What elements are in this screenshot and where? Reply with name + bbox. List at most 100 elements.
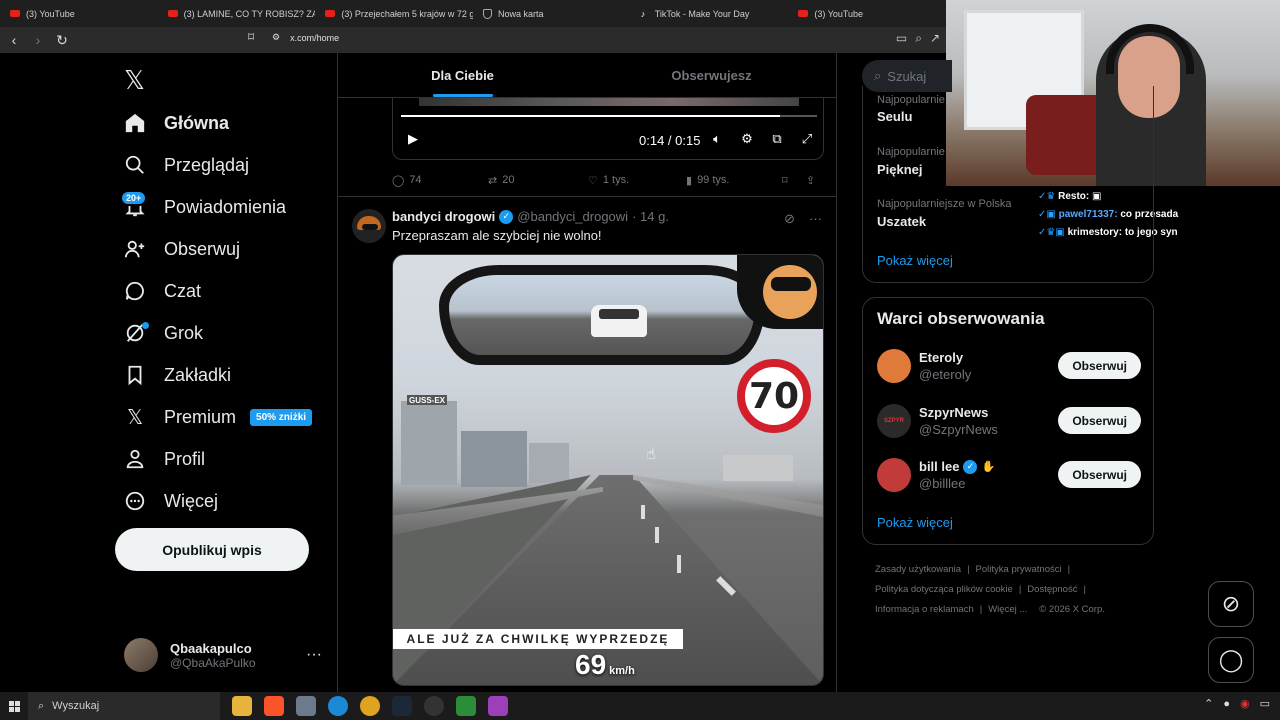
browser-tab[interactable]: Nowa karta <box>473 0 631 27</box>
grok-icon[interactable]: ⊘ <box>784 211 795 227</box>
site-info-icon[interactable]: ⚙ <box>272 32 280 43</box>
timeline-tabs: Dla Ciebie Obserwujesz <box>338 53 836 98</box>
tweet-text: Przepraszam ale szybciej nie wolno! <box>392 228 602 243</box>
follow-button[interactable]: Obserwuj <box>1058 352 1141 379</box>
app-icon[interactable] <box>456 696 476 716</box>
sidebar-item-grok[interactable]: Grok <box>124 312 312 354</box>
fullscreen-icon[interactable]: ⤢ <box>799 131 815 147</box>
bookmark-button[interactable]: ⌑ <box>782 174 788 187</box>
windows-start-button[interactable] <box>0 692 28 720</box>
tab-following[interactable]: Obserwujesz <box>587 53 836 97</box>
edge-icon[interactable] <box>328 696 348 716</box>
url-text: x.com/home <box>290 32 340 43</box>
trend-title: Pięknej <box>877 162 923 177</box>
ellipsis-icon[interactable]: ··· <box>306 646 322 664</box>
chrome-icon[interactable] <box>360 696 380 716</box>
app-icon[interactable] <box>296 696 316 716</box>
share-button[interactable]: ⇪ <box>806 174 815 187</box>
suggestion-handle: @eteroly <box>919 367 972 382</box>
footer-link[interactable]: Dostępność <box>1027 584 1077 595</box>
settings-icon[interactable]: ⚙ <box>739 131 755 147</box>
back-icon[interactable]: ‹ <box>4 30 24 50</box>
sidebar-item-bookmarks[interactable]: Zakładki <box>124 354 312 396</box>
browser-tab[interactable]: (3) Przejechałem 5 krajów w 72 god <box>315 0 473 27</box>
browser-tab[interactable]: (3) YouTube <box>0 0 158 27</box>
avatar[interactable] <box>877 349 911 383</box>
tweet-video[interactable]: GUSS-EX 70 ALE JUŻ ZA CHWILKĘ WYPRZEDZĘ … <box>392 254 824 686</box>
trend-item[interactable]: Najpopularnie Pięknej <box>877 146 945 177</box>
reload-icon[interactable]: ↻ <box>52 30 72 50</box>
show-more-link[interactable]: Pokaż więcej <box>877 253 953 268</box>
sidebar-item-notifications[interactable]: 20+ Powiadomienia <box>120 186 312 228</box>
cast-icon[interactable]: ▭ <box>896 31 907 46</box>
taskbar-search[interactable]: ⌕ Wyszukaj <box>28 692 220 720</box>
views-button[interactable]: ▮ 99 tys. <box>686 174 729 187</box>
author-handle[interactable]: @bandyci_drogowi <box>517 209 628 224</box>
x-logo[interactable]: 𝕏 <box>124 66 145 96</box>
pip-icon[interactable]: ⧉ <box>769 131 785 147</box>
footer-link[interactable]: Polityka dotycząca plików cookie <box>875 584 1013 595</box>
share-icon[interactable]: ↗ <box>930 31 940 46</box>
footer-link[interactable]: Zasady użytkowania <box>875 564 961 575</box>
follow-suggestion[interactable]: SZPYR SzpyrNews @SzpyrNews Obserwuj <box>877 401 1141 441</box>
tiktok-icon: ♪ <box>640 8 646 19</box>
tray-app-icon[interactable]: ▭ <box>1260 697 1270 710</box>
sidebar-item-chat[interactable]: Czat <box>124 270 312 312</box>
messages-fab-button[interactable]: ◯ <box>1208 637 1254 683</box>
app-icon[interactable] <box>488 696 508 716</box>
avatar[interactable]: SZPYR <box>877 404 911 438</box>
browser-tab[interactable]: (3) LAMINE, CO TY ROBISZ? ZABAW <box>158 0 315 27</box>
forward-icon[interactable]: › <box>28 30 48 50</box>
sidebar-item-profile[interactable]: Profil <box>124 438 312 480</box>
notification-count-badge: 20+ <box>120 190 148 206</box>
footer-link[interactable]: Polityka prywatności <box>976 564 1062 575</box>
follow-suggestion[interactable]: Eteroly @eteroly Obserwuj <box>877 346 1141 386</box>
obs-icon[interactable] <box>424 696 444 716</box>
video-progress-bar[interactable] <box>401 115 817 117</box>
brave-icon[interactable] <box>264 696 284 716</box>
account-switcher[interactable]: Qbaakapulco @QbaAkaPulko ··· <box>124 638 322 672</box>
ellipsis-icon[interactable]: ··· <box>809 211 822 227</box>
sidebar-item-follow[interactable]: Obserwuj <box>124 228 312 270</box>
browser-tab[interactable]: (3) YouTube <box>788 0 946 27</box>
post-button[interactable]: Opublikuj wpis <box>115 528 309 571</box>
trend-item[interactable]: Najpopularniejsze w Polska Uszatek <box>877 198 1012 229</box>
chevron-up-icon[interactable]: ⌃ <box>1204 697 1213 710</box>
author-name[interactable]: bandyci drogowi <box>392 209 495 224</box>
sidebar-item-home[interactable]: Główna <box>124 102 312 144</box>
more-icon <box>124 490 146 512</box>
reply-button[interactable]: ◯ 74 <box>392 174 422 187</box>
tab-label: TikTok - Make Your Day <box>654 8 750 19</box>
follow-button[interactable]: Obserwuj <box>1058 461 1141 488</box>
sidebar-item-explore[interactable]: Przeglądaj <box>124 144 312 186</box>
follow-button[interactable]: Obserwuj <box>1058 407 1141 434</box>
play-icon[interactable]: ▶ <box>405 131 421 147</box>
reply-count: 74 <box>409 174 422 186</box>
footer-links: Zasady użytkowania | Polityka prywatności |… <box>875 564 1105 615</box>
grok-fab-button[interactable]: ⊘ <box>1208 581 1254 627</box>
browser-tab[interactable]: ♪ TikTok - Make Your Day <box>631 0 789 27</box>
avatar[interactable] <box>877 458 911 492</box>
steam-icon[interactable] <box>392 696 412 716</box>
like-button[interactable]: ♡ 1 tys. <box>588 174 629 187</box>
footer-link[interactable]: Informacja o reklamach <box>875 604 974 615</box>
tray-app-icon[interactable]: ◉ <box>1240 697 1250 710</box>
footer-link[interactable]: Więcej ... <box>988 604 1027 615</box>
bookmark-page-icon[interactable]: ⌑ <box>248 30 254 44</box>
avatar[interactable] <box>352 209 386 243</box>
sidebar-item-premium[interactable]: 𝕏 Premium 50% zniżki <box>124 396 313 438</box>
volume-icon[interactable]: 🔈︎ <box>709 131 725 147</box>
trend-item[interactable]: Najpopularnie Seulu <box>877 94 945 124</box>
microphone-icon[interactable]: ● <box>1223 698 1230 710</box>
sidebar-item-more[interactable]: Więcej <box>124 480 312 522</box>
url-field[interactable]: ⌑ ⚙ x.com/home <box>248 30 340 44</box>
tab-for-you[interactable]: Dla Ciebie <box>338 53 587 97</box>
follow-suggestion[interactable]: bill lee ✓ ✋ @billlee Obserwuj <box>877 455 1141 495</box>
video-player[interactable]: ▶ 0:14 / 0:15 🔈︎ ⚙ ⧉ ⤢ <box>392 98 824 160</box>
verified-badge-icon: ✓ <box>963 459 978 474</box>
show-more-link[interactable]: Pokaż więcej <box>877 515 953 530</box>
file-explorer-icon[interactable] <box>232 696 252 716</box>
repost-button[interactable]: ⇄ 20 <box>488 174 514 187</box>
zoom-icon[interactable]: ⌕ <box>915 31 922 46</box>
tweet-time[interactable]: · 14 g. <box>632 209 669 224</box>
